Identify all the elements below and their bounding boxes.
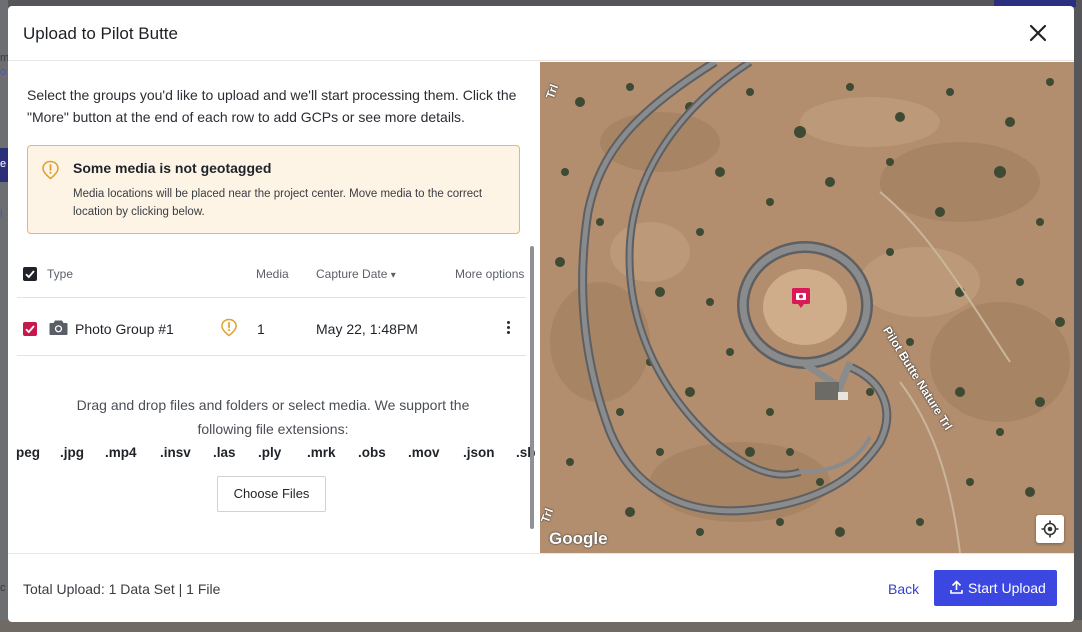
extension: .ply xyxy=(258,445,282,460)
check-icon xyxy=(25,270,35,279)
background-edge-text: o xyxy=(0,66,7,78)
warning-body: Media locations will be placed near the … xyxy=(73,188,483,218)
background-edge-text: e xyxy=(0,158,7,170)
column-more-options: More options xyxy=(455,267,525,281)
row-checkbox[interactable] xyxy=(23,322,37,336)
background-edge-text: c xyxy=(0,582,6,594)
start-upload-label: Start Upload xyxy=(968,580,1046,596)
column-media: Media xyxy=(256,267,289,281)
select-all-checkbox[interactable] xyxy=(23,267,37,281)
group-name: Photo Group #1 xyxy=(75,321,174,337)
table-header: Type Media Capture Date ▾ More options xyxy=(17,250,526,298)
extension: .mov xyxy=(408,445,440,460)
extension: .mrk xyxy=(307,445,336,460)
extension-list: peg .jpg .mp4 .insv .las .ply .mrk .obs … xyxy=(8,445,540,465)
upload-modal: Upload to Pilot Butte Select the groups … xyxy=(8,6,1074,622)
capture-date: May 22, 1:48PM xyxy=(316,321,418,337)
upload-icon xyxy=(950,580,963,594)
kebab-dot xyxy=(506,326,510,329)
extension: .obs xyxy=(358,445,386,460)
sort-desc-icon: ▾ xyxy=(390,270,396,281)
total-upload: Total Upload: 1 Data Set | 1 File xyxy=(23,581,221,597)
extension: .insv xyxy=(160,445,191,460)
extension: .las xyxy=(213,445,236,460)
start-upload-button[interactable]: Start Upload xyxy=(934,570,1057,606)
scrollbar[interactable] xyxy=(530,246,534,529)
background-edge-text: l xyxy=(0,208,3,220)
column-capture-date-label: Capture Date xyxy=(316,267,388,281)
extension: .jpg xyxy=(60,445,84,460)
google-logo: Google xyxy=(549,529,608,548)
alert-pin-icon xyxy=(42,160,59,180)
satellite-map[interactable]: Trl Pilot Butte Nature Trl Trl Google xyxy=(540,62,1074,553)
more-options-button[interactable] xyxy=(503,319,513,337)
kebab-dot xyxy=(506,321,510,324)
photo-pin-icon[interactable] xyxy=(792,288,810,308)
modal-footer: Total Upload: 1 Data Set | 1 File Back S… xyxy=(8,553,1074,622)
extension: .json xyxy=(463,445,495,460)
close-button[interactable] xyxy=(1028,23,1048,43)
modal-title: Upload to Pilot Butte xyxy=(23,24,178,43)
dropzone-text: Drag and drop files and folders or selec… xyxy=(76,397,470,437)
table-row: Photo Group #1 1 May 22, 1:48PM xyxy=(17,298,526,356)
column-type: Type xyxy=(47,267,74,281)
intro-text: Select the groups you'd like to upload a… xyxy=(27,87,517,125)
warning-title: Some media is not geotagged xyxy=(73,160,272,176)
modal-header: Upload to Pilot Butte xyxy=(8,6,1074,61)
media-count: 1 xyxy=(257,321,265,337)
upload-panel: Select the groups you'd like to upload a… xyxy=(8,62,540,553)
extension: .mp4 xyxy=(105,445,137,460)
camera-icon xyxy=(49,320,68,335)
geotag-warning: Some media is not geotagged Media locati… xyxy=(27,145,520,234)
background-sidebar xyxy=(0,0,8,632)
locate-button[interactable] xyxy=(1036,515,1064,543)
choose-files-button[interactable]: Choose Files xyxy=(217,476,326,512)
kebab-dot xyxy=(506,331,510,334)
extension: peg xyxy=(16,445,41,460)
close-icon xyxy=(1029,24,1047,42)
back-button[interactable]: Back xyxy=(888,581,919,597)
locate-icon xyxy=(1041,520,1059,538)
alert-pin-icon[interactable] xyxy=(220,318,238,337)
check-icon xyxy=(25,325,35,334)
column-capture-date[interactable]: Capture Date ▾ xyxy=(316,267,396,281)
